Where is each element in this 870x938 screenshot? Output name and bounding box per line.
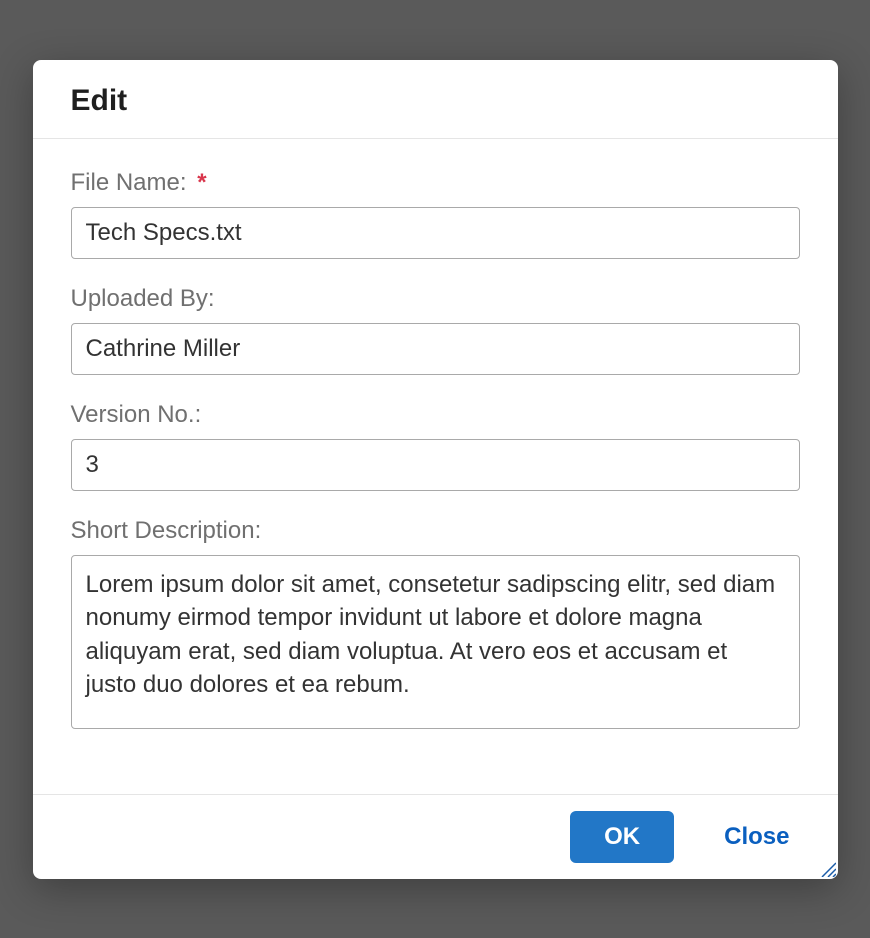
file-name-label-text: File Name:	[71, 169, 187, 196]
dialog-header: Edit	[33, 60, 838, 139]
version-no-input[interactable]	[71, 439, 800, 491]
uploaded-by-label: Uploaded By:	[71, 285, 800, 313]
short-description-label: Short Description:	[71, 517, 800, 545]
file-name-label: File Name: *	[71, 169, 800, 197]
dialog-title: Edit	[71, 84, 128, 117]
dialog-footer: OK Close	[33, 794, 838, 879]
form-group-uploaded-by: Uploaded By:	[71, 285, 800, 375]
required-indicator: *	[197, 169, 206, 196]
resize-handle-icon	[820, 861, 836, 877]
form-group-short-description: Short Description:	[71, 517, 800, 734]
dialog-body: File Name: * Uploaded By: Version No.: S…	[33, 139, 838, 794]
form-group-file-name: File Name: *	[71, 169, 800, 259]
uploaded-by-input[interactable]	[71, 323, 800, 375]
short-description-textarea[interactable]	[71, 555, 800, 729]
edit-dialog: Edit File Name: * Uploaded By: Version N…	[33, 60, 838, 879]
file-name-input[interactable]	[71, 207, 800, 259]
version-no-label: Version No.:	[71, 401, 800, 429]
ok-button[interactable]: OK	[570, 811, 674, 863]
close-button[interactable]: Close	[714, 811, 799, 863]
form-group-version-no: Version No.:	[71, 401, 800, 491]
